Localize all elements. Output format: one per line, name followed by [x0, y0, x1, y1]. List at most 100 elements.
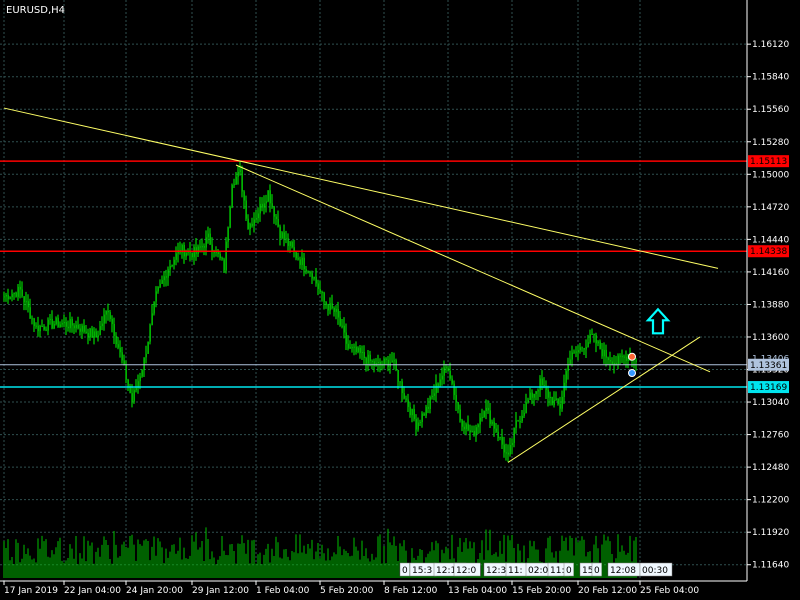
candle-body: [263, 203, 265, 208]
candle-body: [391, 360, 393, 363]
overlay-label-text: 00:30: [642, 566, 668, 576]
candle-body: [539, 378, 541, 391]
candle-body: [145, 353, 147, 358]
candle-body: [585, 346, 587, 350]
candle-body: [351, 347, 353, 349]
candle-body: [289, 241, 291, 246]
candle-body: [565, 371, 567, 383]
candle-body: [71, 319, 73, 326]
candle-body: [513, 427, 515, 443]
candle-body: [589, 334, 591, 343]
candle-body: [493, 421, 495, 429]
candle-body: [457, 402, 459, 410]
signal-dot: [628, 352, 636, 361]
candle-body: [159, 283, 161, 288]
candle-body: [103, 314, 105, 324]
candle-body: [605, 349, 607, 358]
overlay-label-text: 12:08: [610, 566, 636, 576]
candle-body: [423, 413, 425, 416]
candle-body: [479, 417, 481, 425]
x-tick-label: 20 Feb 12:00: [578, 586, 637, 596]
overlay-label-text: 0: [594, 566, 600, 576]
candle-body: [323, 292, 325, 302]
candle-body: [233, 184, 235, 186]
time-overlay-labels: 0 15:3 12:1612:0 12:3 11: 02:0111: 0 15:0 12:08 0…: [399, 562, 673, 577]
candle-body: [593, 334, 595, 336]
candle-body: [315, 276, 317, 284]
candle-body: [107, 310, 109, 313]
candle-body: [461, 420, 463, 427]
candle-body: [407, 399, 409, 407]
candle-body: [7, 294, 9, 300]
candle-body: [419, 421, 421, 423]
candle-body: [625, 356, 627, 361]
x-tick-label: 15 Feb 20:00: [512, 586, 571, 596]
candle-body: [409, 406, 411, 416]
candle-body: [527, 399, 529, 403]
x-tick-label: 1 Feb 04:00: [256, 586, 310, 596]
candle-body: [489, 410, 491, 424]
candle-body: [403, 393, 405, 399]
candle-body: [621, 356, 623, 358]
candle-body: [271, 203, 273, 207]
candle-body: [301, 257, 303, 265]
candle-body: [101, 323, 103, 327]
candle-body: [57, 317, 59, 327]
candle-body: [523, 412, 525, 416]
candle-body: [115, 335, 117, 345]
candle-body: [199, 246, 201, 248]
y-tick-label: 1.14720: [752, 203, 789, 213]
candle-body: [495, 428, 497, 432]
candle-body: [105, 310, 107, 315]
candle-body: [311, 273, 313, 279]
candle-body: [253, 219, 255, 226]
candle-body: [609, 360, 611, 362]
candle-body: [369, 354, 371, 362]
y-tick-label: 1.13040: [752, 398, 789, 408]
candle-body: [287, 238, 289, 246]
candle-body: [619, 355, 621, 357]
candle-body: [85, 331, 87, 333]
candle-body: [73, 325, 75, 329]
candle-body: [299, 259, 301, 265]
candle-body: [303, 257, 305, 270]
x-tick-label: 8 Feb 12:00: [384, 586, 438, 596]
candle-body: [21, 289, 23, 297]
candle-body: [405, 398, 407, 400]
candle-body: [255, 218, 257, 220]
y-tick-label: 1.12760: [752, 431, 789, 441]
candle-body: [439, 379, 441, 387]
candle-body: [537, 390, 539, 392]
candle-body: [393, 360, 395, 362]
candle-body: [517, 420, 519, 422]
candle-body: [205, 237, 207, 248]
candle-body: [221, 258, 223, 260]
candle-body: [339, 317, 341, 326]
candle-body: [321, 291, 323, 293]
overlay-label-text: 0: [566, 566, 572, 576]
candle-body: [411, 409, 413, 416]
candle-body: [329, 303, 331, 311]
candle-body: [557, 398, 559, 404]
candle-body: [135, 387, 137, 391]
candle-body: [237, 171, 239, 177]
candle-body: [33, 318, 35, 327]
candle-body: [49, 318, 51, 320]
candle-body: [413, 409, 415, 420]
candle-body: [511, 442, 513, 446]
price-chart[interactable]: 0 15:3 12:1612:0 12:3 11: 02:0111: 0 15:0 12:08 0…: [0, 0, 800, 600]
candle-body: [45, 329, 47, 331]
candle-body: [305, 269, 307, 272]
candle-body: [241, 170, 243, 192]
candle-body: [117, 344, 119, 348]
candle-body: [571, 352, 573, 360]
candle-body: [147, 341, 149, 354]
candle-body: [27, 301, 29, 308]
candle-body: [59, 324, 61, 327]
y-tick-label: 1.13880: [752, 300, 789, 310]
candle-body: [29, 307, 31, 319]
candle-body: [89, 328, 91, 338]
candle-body: [535, 391, 537, 394]
candle-body: [121, 352, 123, 361]
candle-body: [385, 358, 387, 360]
